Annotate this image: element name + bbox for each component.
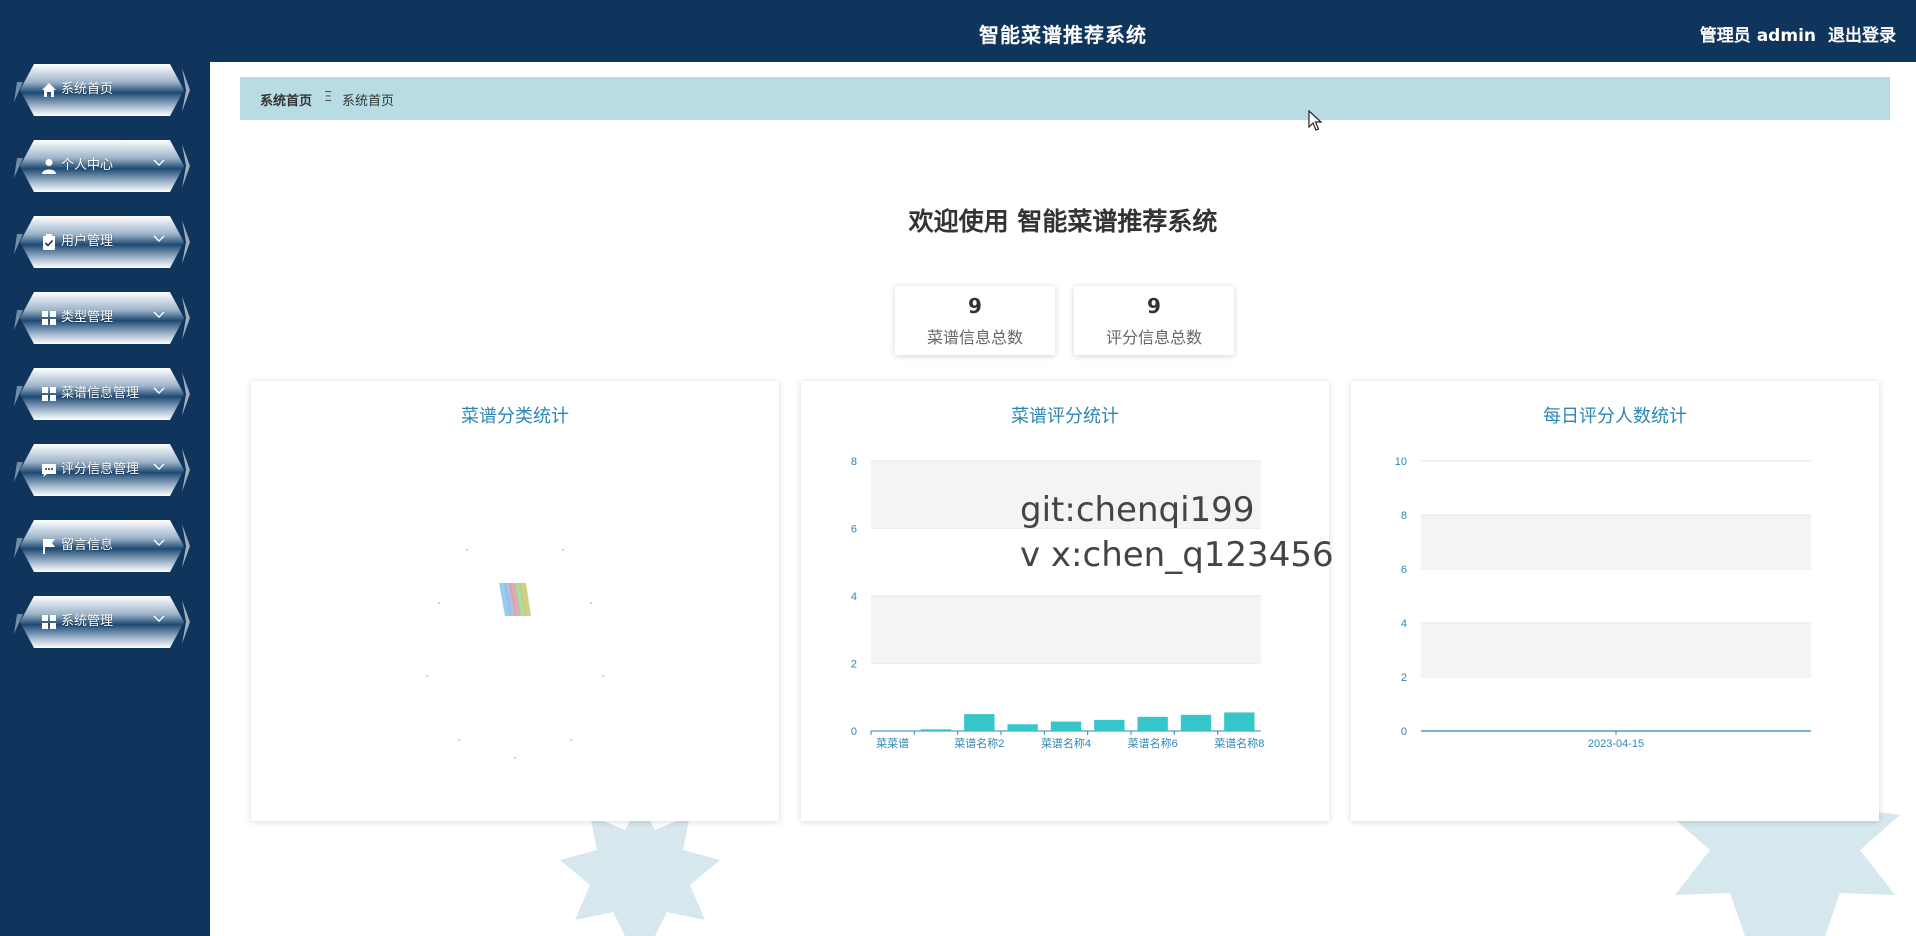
clipboard-icon (40, 233, 58, 251)
grid-icon (40, 613, 58, 631)
bar[interactable] (964, 714, 995, 731)
y-tick-label: 0 (1401, 726, 1407, 738)
sidebar-item-label: 类型管理 (61, 310, 114, 325)
user-name: 管理员 admin (1699, 26, 1816, 46)
sidebar-item-label: 评分信息管理 (61, 462, 140, 477)
bar[interactable] (1094, 719, 1125, 731)
y-tick-label: 2 (1401, 672, 1407, 684)
y-tick-label: 10 (1395, 456, 1407, 468)
pie-label-dot (562, 549, 564, 551)
pie-chart (426, 549, 604, 759)
grid-band (1421, 623, 1811, 677)
app-title: 智能菜谱推荐系统 (979, 23, 1147, 47)
flag-icon (40, 537, 58, 555)
stat-card-recipes: 9 菜谱信息总数 (895, 286, 1055, 355)
pie-label-dot (590, 602, 592, 604)
y-tick-label: 6 (851, 524, 857, 536)
grid-band (871, 596, 1261, 664)
sidebar-item-3[interactable]: 用户管理 (14, 214, 190, 270)
chevron-down-icon (153, 159, 165, 166)
stat-label: 菜谱信息总数 (926, 328, 1023, 347)
bar[interactable] (1050, 721, 1082, 731)
x-tick-label: 菜谱名称2 (954, 736, 1004, 750)
chevron-down-icon (153, 311, 165, 318)
stat-value: 9 (1147, 294, 1161, 318)
y-tick-label: 2 (851, 659, 857, 671)
logout-button[interactable]: 退出登录 (1828, 21, 1896, 46)
sidebar-item-label: 用户管理 (61, 234, 114, 249)
breadcrumb-separator-icon: Ξ (324, 90, 333, 105)
sidebar-item-1[interactable]: 系统首页 (14, 62, 190, 118)
sidebar-item-label: 系统管理 (61, 614, 114, 629)
sidebar-item-4[interactable]: 类型管理 (14, 290, 190, 346)
stat-value: 9 (968, 294, 982, 318)
x-tick-label: 菜谱名称4 (1041, 736, 1091, 750)
chevron-down-icon (153, 615, 165, 622)
bar[interactable] (1180, 714, 1212, 731)
top-header: 智能菜谱推荐系统 管理员 admin 退出登录 (210, 0, 1916, 62)
breadcrumb-root[interactable]: 系统首页 (260, 90, 312, 109)
chart-panel-category: 菜谱分类统计 (251, 381, 779, 821)
bar[interactable] (1224, 712, 1255, 731)
x-tick-label: 2023-04-15 (1588, 738, 1644, 750)
y-tick-label: 8 (851, 456, 857, 468)
sidebar-item-label: 留言信息 (61, 538, 114, 553)
pie-label-dot (602, 675, 604, 677)
grid-icon (40, 385, 58, 403)
chevron-down-icon (153, 463, 165, 470)
sidebar-item-7[interactable]: 留言信息 (14, 518, 190, 574)
mouse-cursor-icon (1308, 110, 1323, 131)
line-chart: 0 2 4 6 8 10 2023-04-15 (1395, 456, 1811, 750)
bar-chart: 0 2 4 6 8 菜菜谱 菜谱名称2 菜谱名称4 菜谱名称6 菜谱名称8 (851, 456, 1265, 750)
sidebar-item-6[interactable]: 评分信息管理 (14, 442, 190, 498)
stat-card-ratings: 9 评分信息总数 (1074, 286, 1234, 355)
chevron-down-icon (153, 387, 165, 394)
chevron-down-icon (153, 539, 165, 546)
y-tick-label: 6 (1401, 564, 1407, 576)
breadcrumb: 系统首页 Ξ 系统首页 (240, 77, 1890, 120)
y-tick-label: 4 (1401, 618, 1407, 630)
sidebar-item-2[interactable]: 个人中心 (14, 138, 190, 194)
chart-panel-daily: 每日评分人数统计 0 2 4 6 8 10 2023-04-15 (1351, 381, 1879, 821)
sidebar: 系统首页个人中心用户管理类型管理菜谱信息管理 评分信息管理 留言信息系统管理 (0, 0, 210, 936)
chevron-down-icon (153, 235, 165, 242)
x-tick-label: 菜菜谱 (876, 736, 909, 750)
x-tick-label: 菜谱名称6 (1128, 736, 1178, 750)
watermark-line-2: v x:chen_q123456 (1020, 535, 1334, 575)
sidebar-item-8[interactable]: 系统管理 (14, 594, 190, 650)
sidebar-item-5[interactable]: 菜谱信息管理 (14, 366, 190, 422)
bar[interactable] (920, 729, 952, 731)
pie-label-dot (426, 675, 428, 677)
bar[interactable] (1137, 716, 1168, 731)
pie-label-dot (458, 739, 460, 741)
pie-label-dot (438, 602, 440, 604)
x-tick-label: 菜谱名称8 (1214, 736, 1264, 750)
watermark-line-1: git:chenqi199 (1020, 490, 1255, 530)
sidebar-item-label: 菜谱信息管理 (61, 386, 140, 401)
sidebar-item-label: 个人中心 (61, 158, 114, 173)
sidebar-item-label: 系统首页 (61, 82, 114, 97)
chart-panel-rating: 菜谱评分统计 0 2 4 6 8 菜菜谱 菜谱名称2 菜谱名称4 菜谱名称6 菜谱名称8 (801, 381, 1329, 821)
chat-icon (40, 461, 58, 479)
y-tick-label: 0 (851, 726, 857, 738)
y-tick-label: 4 (851, 591, 857, 603)
pie-label-dot (514, 757, 516, 759)
grid-band (1421, 515, 1811, 569)
stat-label: 评分信息总数 (1105, 328, 1202, 347)
pie-label-dot (466, 549, 468, 551)
home-icon (40, 81, 58, 99)
welcome-heading: 欢迎使用 智能菜谱推荐系统 (908, 207, 1218, 236)
bar[interactable] (1007, 724, 1038, 731)
y-tick-label: 8 (1401, 510, 1407, 522)
pie-label-dot (570, 739, 572, 741)
user-icon (40, 157, 58, 175)
breadcrumb-current: 系统首页 (342, 94, 395, 109)
grid-icon (40, 309, 58, 327)
